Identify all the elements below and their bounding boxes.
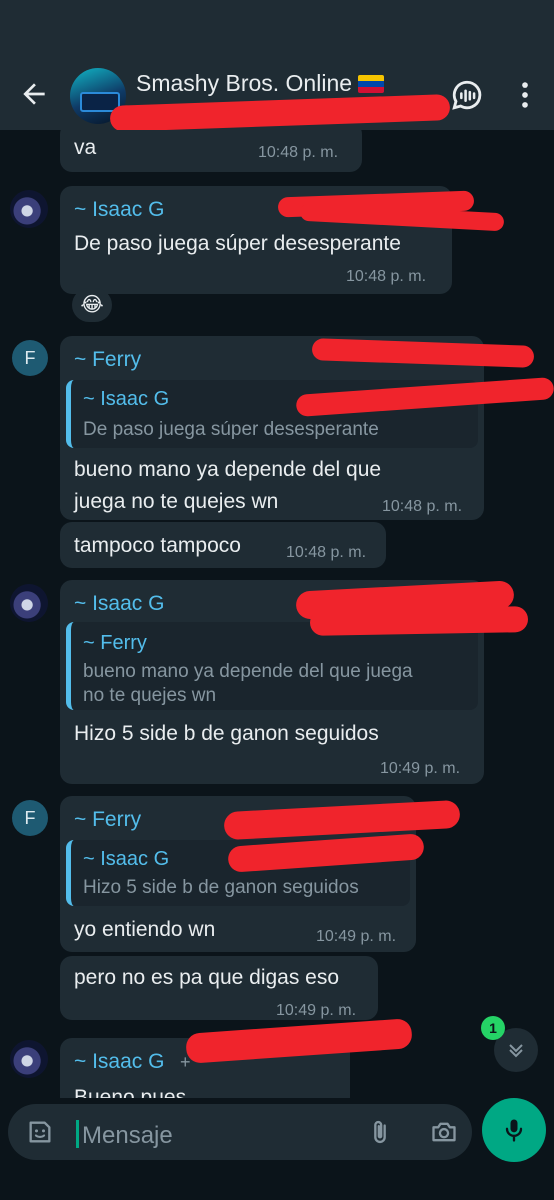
sender-name[interactable]: ~ Isaac G: [74, 198, 164, 222]
back-arrow-icon[interactable]: [18, 78, 50, 110]
sticker-icon[interactable]: [26, 1118, 54, 1146]
avatar[interactable]: F: [12, 800, 48, 836]
sender-name[interactable]: ~ Isaac G: [74, 592, 164, 616]
avatar[interactable]: [10, 584, 48, 622]
message-text: Bueno pues: [74, 1086, 187, 1098]
chat-header: Smashy Bros. Online: [0, 0, 554, 132]
message-text: bueno mano ya depende del que: [74, 458, 382, 481]
camera-icon[interactable]: [430, 1118, 458, 1146]
message-text: Hizo 5 side b de ganon seguidos: [74, 722, 379, 745]
message-list[interactable]: va 10:48 p. m. ~ Isaac G De paso juega s…: [0, 130, 554, 1098]
quoted-text: De paso juega súper desesperante: [83, 419, 379, 440]
message-time: 10:49 p. m.: [380, 760, 461, 777]
message-time: 10:49 p. m.: [276, 1002, 357, 1019]
message-text: va: [74, 136, 97, 159]
message-time: 10:49 p. m.: [316, 928, 397, 945]
avatar[interactable]: [10, 190, 48, 228]
message-time: 10:48 p. m.: [346, 268, 427, 285]
message-bubble[interactable]: tampoco tampoco 10:48 p. m.: [60, 522, 386, 568]
avatar[interactable]: [10, 1040, 48, 1078]
venezuela-flag-icon: [358, 75, 385, 93]
redaction-mark: [309, 606, 529, 636]
message-text: De paso juega súper desesperante: [74, 232, 401, 255]
message-time: 10:48 p. m.: [258, 144, 339, 161]
quoted-text: bueno mano ya depende del que juega: [83, 661, 413, 682]
redaction-mark: [109, 94, 451, 132]
message-bubble[interactable]: va 10:48 p. m.: [60, 130, 362, 172]
attach-icon[interactable]: [366, 1118, 394, 1146]
quoted-text: no te quejes wn: [83, 685, 217, 706]
avatar[interactable]: F: [12, 340, 48, 376]
microphone-icon: [505, 1119, 523, 1142]
sender-name[interactable]: ~ Ferry: [74, 808, 141, 832]
message-placeholder: Mensaje: [82, 1122, 173, 1149]
quoted-message[interactable]: ~ Ferry bueno mano ya depende del que ju…: [66, 622, 478, 710]
unread-badge: 1: [481, 1016, 505, 1040]
sender-name[interactable]: ~ Ferry: [74, 348, 141, 372]
message-text: tampoco tampoco: [74, 534, 241, 557]
double-chevron-down-icon: [509, 1044, 523, 1058]
quoted-sender: ~ Ferry: [83, 632, 147, 654]
composer-bar: Mensaje: [0, 1098, 554, 1200]
quoted-text: Hizo 5 side b de ganon seguidos: [83, 877, 359, 898]
message-text: juega no te quejes wn: [74, 490, 279, 513]
quoted-sender: ~ Isaac G: [83, 848, 170, 870]
reaction-emoji[interactable]: 😂: [72, 288, 112, 322]
voice-message-button[interactable]: [482, 1098, 546, 1162]
message-text: pero no es pa que digas eso: [74, 966, 340, 989]
chat-title[interactable]: Smashy Bros. Online: [136, 70, 385, 97]
message-input[interactable]: Mensaje: [8, 1104, 472, 1160]
message-bubble[interactable]: pero no es pa que digas eso 10:49 p. m.: [60, 956, 378, 1020]
text-caret: [76, 1120, 79, 1148]
chat-title-text: Smashy Bros. Online: [136, 70, 353, 96]
message-time: 10:48 p. m.: [382, 498, 463, 515]
voice-chat-icon[interactable]: [450, 78, 484, 112]
sender-name[interactable]: ~ Isaac G: [74, 1050, 164, 1074]
message-time: 10:48 p. m.: [286, 544, 367, 561]
quoted-sender: ~ Isaac G: [83, 388, 170, 410]
message-text: yo entiendo wn: [74, 918, 216, 941]
more-options-icon[interactable]: [508, 78, 542, 112]
